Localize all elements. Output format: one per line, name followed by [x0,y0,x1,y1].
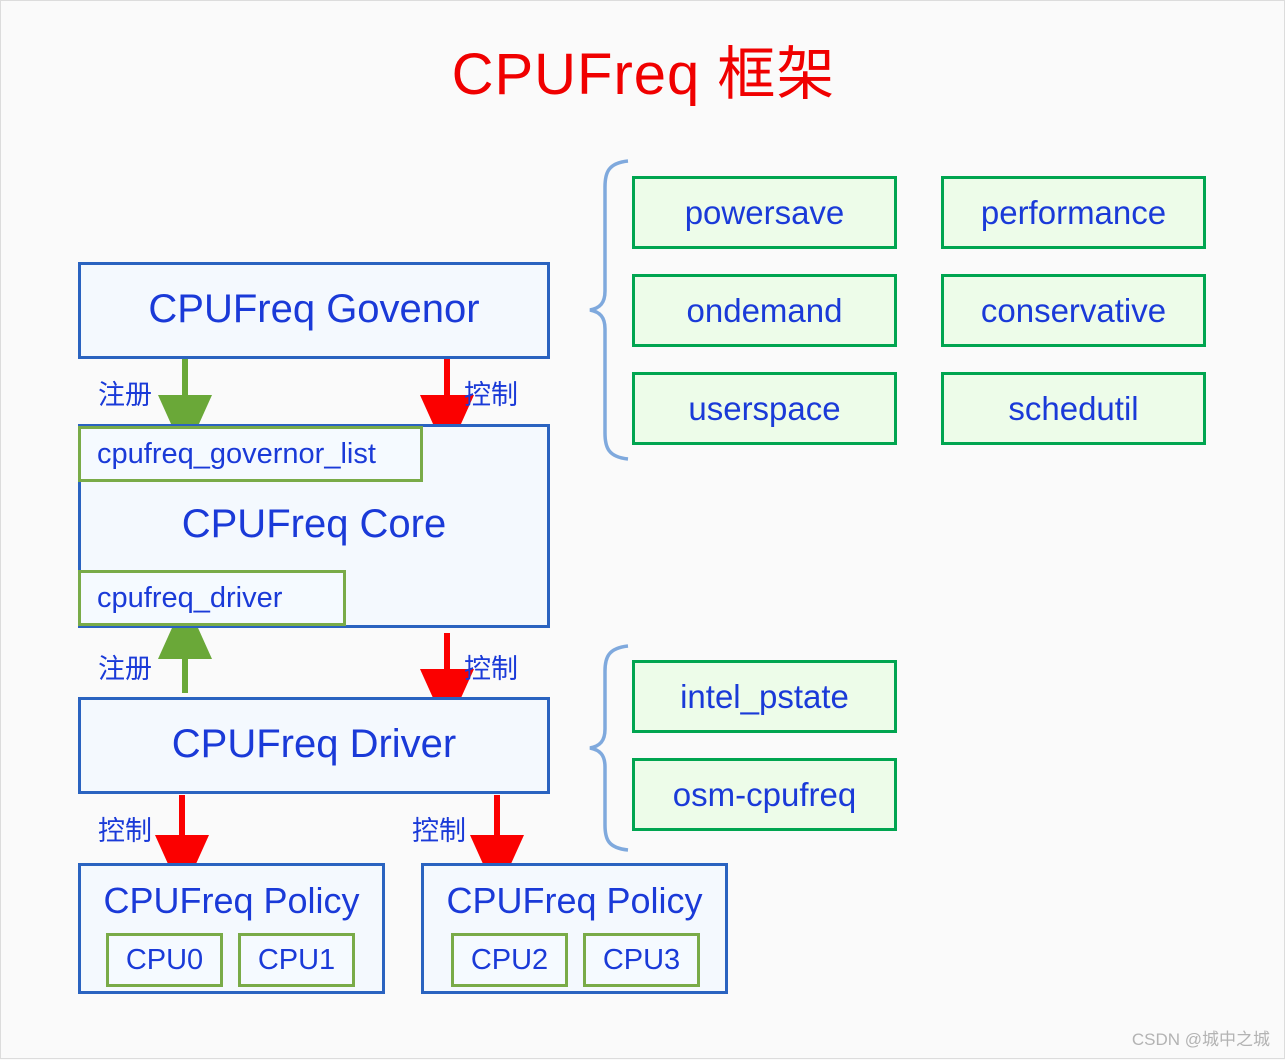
watermark: CSDN @城中之城 [1131,1030,1270,1049]
core-slot-cpufreq-driver[interactable]: cpufreq_driver [78,570,346,626]
policy-right-label: CPUFreq Policy [446,880,703,921]
driver-item-osm-cpufreq[interactable]: osm-cpufreq [632,758,897,831]
label-governor-register: 注册 [98,380,152,410]
governor-item-schedutil[interactable]: schedutil [941,372,1206,445]
governor-item-conservative-label: conservative [980,291,1167,329]
core-slot-driver-label: cpufreq_driver [97,581,283,614]
brace-drivers [589,644,629,852]
policy-left-label: CPUFreq Policy [103,880,360,921]
label-governor-control: 控制 [464,380,518,410]
driver-item-osm-cpufreq-label: osm-cpufreq [672,775,857,813]
diagram-canvas: CPUFreq 框架 CPUFreq Govenor 注册 控制 CPUFreq… [0,0,1285,1059]
cpu-box-3[interactable]: CPU3 [583,933,700,987]
governor-item-conservative[interactable]: conservative [941,274,1206,347]
governor-item-powersave[interactable]: powersave [632,176,897,249]
governor-item-performance-label: performance [980,193,1167,231]
governor-item-schedutil-label: schedutil [1008,389,1139,427]
core-slot-governor-list-label: cpufreq_governor_list [97,437,376,470]
governor-item-userspace[interactable]: userspace [632,372,897,445]
governor-box[interactable]: CPUFreq Govenor [78,262,550,359]
cpu-box-0[interactable]: CPU0 [106,933,223,987]
driver-item-intel-pstate[interactable]: intel_pstate [632,660,897,733]
driver-box-label: CPUFreq Driver [171,722,457,766]
label-policy-left-control: 控制 [98,816,152,846]
governor-item-userspace-label: userspace [688,389,841,427]
governor-item-ondemand[interactable]: ondemand [632,274,897,347]
cpu-box-2-label: CPU2 [470,943,549,976]
cpu-box-0-label: CPU0 [125,943,204,976]
cpu-box-3-label: CPU3 [602,943,681,976]
governor-item-powersave-label: powersave [684,193,845,231]
core-box-label: CPUFreq Core [181,502,447,546]
driver-item-intel-pstate-label: intel_pstate [680,677,849,715]
brace-governors [589,159,629,461]
governor-item-ondemand-label: ondemand [686,291,843,329]
cpu-box-1[interactable]: CPU1 [238,933,355,987]
governor-box-label: CPUFreq Govenor [148,287,480,331]
governor-item-performance[interactable]: performance [941,176,1206,249]
label-policy-right-control: 控制 [412,816,466,846]
page-title: CPUFreq 框架 [451,42,836,107]
label-driver-control: 控制 [464,654,518,684]
core-slot-cpufreq-governor-list[interactable]: cpufreq_governor_list [78,426,423,482]
label-driver-register: 注册 [98,654,152,684]
driver-box[interactable]: CPUFreq Driver [78,697,550,794]
cpu-box-2[interactable]: CPU2 [451,933,568,987]
cpu-box-1-label: CPU1 [257,943,336,976]
